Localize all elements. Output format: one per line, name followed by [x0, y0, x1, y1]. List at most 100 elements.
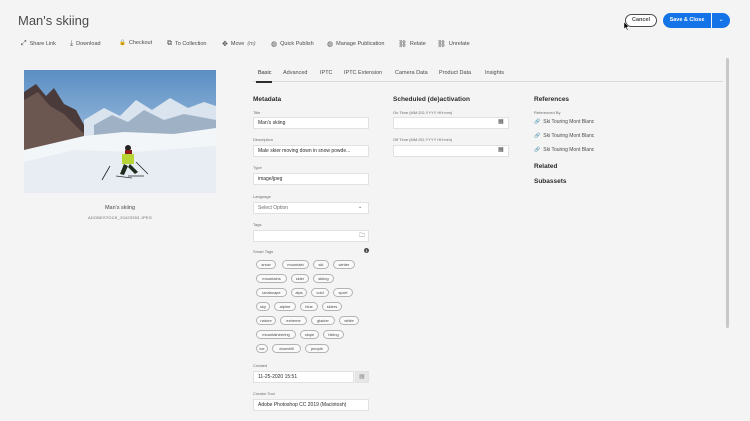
created-field: 11-25-2020 15:51: [253, 371, 354, 383]
link-icon: 🔗: [534, 119, 541, 125]
smart-tag[interactable]: mountaineering: [256, 330, 296, 339]
smart-tag[interactable]: nature: [256, 316, 276, 325]
toolbar-label: Unrelate: [448, 41, 470, 47]
referenced-by-label: Referenced By: [534, 110, 561, 115]
smart-tag[interactable]: skier: [291, 274, 309, 283]
language-placeholder: Select Option: [258, 205, 289, 211]
type-label: Type: [253, 165, 262, 170]
smart-tag[interactable]: sport: [333, 288, 353, 297]
related-section-title: Related: [534, 163, 558, 170]
share-link-button[interactable]: ⤢ Share Link: [21, 40, 56, 48]
calendar-icon[interactable]: ▦: [498, 118, 504, 125]
chevron-down-icon: ⌄: [718, 17, 724, 23]
manage-publication-button[interactable]: ◍ Manage Publication: [327, 40, 384, 48]
smart-tag[interactable]: skiing: [313, 274, 334, 283]
smart-tag[interactable]: alpine: [274, 302, 296, 311]
tab-iptc[interactable]: IPTC: [320, 70, 333, 76]
smart-tag[interactable]: winter: [333, 260, 355, 269]
smart-tag[interactable]: mountain: [282, 260, 309, 269]
vertical-scrollbar[interactable]: [726, 58, 729, 328]
title-field[interactable]: Man's skiing: [253, 117, 369, 129]
smart-tag[interactable]: downhill: [272, 344, 301, 353]
description-label: Description: [253, 137, 274, 142]
reference-label: Ski Touring Mont Blanc: [543, 147, 595, 153]
download-icon: ⤓: [70, 40, 74, 47]
toolbar-label: Checkout: [128, 40, 153, 46]
smart-tag[interactable]: ski: [313, 260, 329, 269]
tab-advanced[interactable]: Advanced: [283, 70, 307, 76]
smart-tag[interactable]: cold: [311, 288, 329, 297]
move-button[interactable]: ✥ Move (m): [222, 40, 256, 48]
created-calendar-button: ▦: [355, 371, 369, 383]
smart-tag[interactable]: people: [305, 344, 329, 353]
move-shortcut: (m): [247, 41, 256, 47]
quick-publish-button[interactable]: ◍ Quick Publish: [271, 40, 314, 48]
share-icon: ⤢: [21, 40, 27, 47]
reference-link[interactable]: 🔗 Ski Touring Mont Blanc: [534, 133, 594, 139]
calendar-icon[interactable]: ▦: [498, 146, 504, 153]
created-label: Created: [253, 363, 268, 368]
smart-tag[interactable]: mountains: [256, 274, 287, 283]
chevron-down-icon: ⌄: [358, 204, 363, 210]
mouse-cursor-icon: [624, 22, 630, 31]
on-time-label: On Time (MM-DD-YYYY HH:mm): [393, 110, 453, 115]
toolbar-label: Quick Publish: [280, 41, 314, 47]
collection-icon: ⧉: [167, 40, 172, 47]
smart-tag[interactable]: sky: [256, 302, 270, 311]
globe-settings-icon: ◍: [327, 41, 334, 48]
smart-tag[interactable]: glacier: [311, 316, 335, 325]
smart-tag[interactable]: hiking: [323, 330, 344, 339]
toolbar-label: Relate: [409, 41, 426, 47]
toolbar-label: To Collection: [175, 41, 207, 47]
title-label: Title: [253, 110, 261, 115]
page-title: Man's skiing: [18, 13, 90, 28]
to-collection-button[interactable]: ⧉ To Collection: [167, 40, 207, 48]
save-close-button[interactable]: Save & Close: [663, 13, 711, 28]
metadata-section-title: Metadata: [253, 96, 282, 103]
description-field[interactable]: Male skier moving down in snow powde...: [253, 145, 369, 157]
checkout-button[interactable]: 🔒 Checkout: [119, 40, 152, 46]
folder-icon[interactable]: 🗀: [359, 231, 365, 241]
type-field[interactable]: image/jpeg: [253, 173, 369, 185]
toolbar-label: Download: [76, 41, 101, 47]
calendar-icon: ▦: [359, 374, 365, 380]
unrelate-button[interactable]: ⛓ Unrelate: [437, 40, 470, 48]
smart-tag[interactable]: snow: [256, 260, 276, 269]
smart-tag[interactable]: slope: [300, 330, 319, 339]
tab-camera-data[interactable]: Camera Data: [395, 70, 428, 76]
tab-basic[interactable]: Basic: [258, 70, 271, 76]
tags-field[interactable]: [253, 230, 369, 242]
references-section-title: References: [534, 96, 570, 103]
download-button[interactable]: ⤓ Download: [70, 40, 101, 48]
reference-label: Ski Touring Mont Blanc: [543, 119, 595, 125]
toolbar-label: Manage Publication: [336, 41, 385, 47]
reference-link[interactable]: 🔗 Ski Touring Mont Blanc: [534, 119, 594, 125]
relate-button[interactable]: ⛓ Relate: [398, 40, 426, 48]
asset-preview-image: [24, 70, 216, 193]
off-time-label: Off Time (MM-DD-YYYY HH:mm): [393, 137, 453, 142]
reference-link[interactable]: 🔗 Ski Touring Mont Blanc: [534, 147, 594, 153]
tab-bar: Basic Advanced IPTC IPTC Extension Camer…: [253, 68, 723, 82]
save-options-dropdown[interactable]: ⌄: [712, 13, 730, 28]
smart-tag[interactable]: skiers: [322, 302, 342, 311]
info-icon[interactable]: i: [364, 248, 369, 253]
lock-icon: 🔒: [119, 40, 126, 46]
tab-insights[interactable]: Insights: [485, 70, 504, 76]
reference-label: Ski Touring Mont Blanc: [543, 133, 595, 139]
tab-product-data[interactable]: Product Data: [439, 70, 471, 76]
off-time-field[interactable]: [393, 145, 509, 157]
smart-tag[interactable]: ice: [256, 344, 268, 353]
smart-tag[interactable]: landscape: [256, 288, 287, 297]
language-select[interactable]: Select Option: [253, 202, 369, 214]
on-time-field[interactable]: [393, 117, 509, 129]
ski-photo: [24, 70, 216, 193]
header: Man's skiing Cancel Save & Close ⌄: [0, 0, 750, 40]
tab-iptc-extension[interactable]: IPTC Extension: [344, 70, 382, 76]
creator-tool-field: Adobe Photoshop CC 2019 (Macintosh): [253, 399, 369, 411]
smart-tag[interactable]: alps: [291, 288, 307, 297]
smart-tag[interactable]: white: [339, 316, 359, 325]
smart-tag[interactable]: extreme: [280, 316, 307, 325]
toolbar-label: Share Link: [29, 41, 56, 47]
language-label: Language: [253, 194, 271, 199]
smart-tag[interactable]: blue: [300, 302, 318, 311]
